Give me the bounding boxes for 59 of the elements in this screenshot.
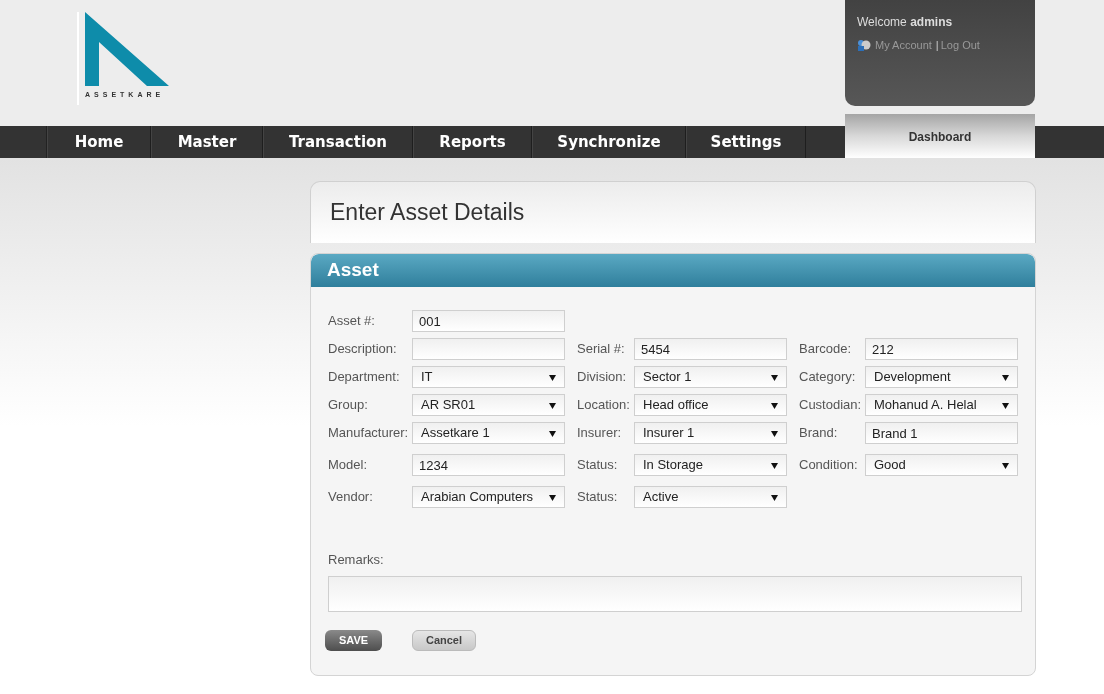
input-field[interactable] bbox=[412, 338, 565, 360]
field-label: Remarks: bbox=[328, 551, 385, 569]
dropdown[interactable]: Head office bbox=[634, 394, 787, 416]
dropdown-arrow-icon bbox=[771, 401, 778, 409]
dropdown-arrow-icon bbox=[549, 493, 556, 501]
dropdown[interactable]: Mohanud A. Helal bbox=[865, 394, 1018, 416]
field-label: Insurer: bbox=[577, 424, 623, 443]
input-field[interactable]: 5454 bbox=[634, 338, 787, 360]
field-label: Serial #: bbox=[577, 340, 626, 359]
dropdown-arrow-icon bbox=[771, 373, 778, 381]
section-title: Asset bbox=[327, 258, 379, 283]
input-field[interactable]: 212 bbox=[865, 338, 1018, 360]
field-label: Model: bbox=[328, 456, 369, 475]
dropdown-arrow-icon bbox=[771, 461, 778, 469]
field-label: Brand: bbox=[799, 424, 839, 443]
dropdown[interactable]: Development bbox=[865, 366, 1018, 388]
link-separator: | bbox=[935, 38, 939, 53]
user-account-icon bbox=[857, 39, 871, 52]
dropdown-arrow-icon bbox=[1002, 461, 1009, 469]
dropdown-arrow-icon bbox=[549, 429, 556, 437]
dropdown-arrow-icon bbox=[1002, 373, 1009, 381]
dropdown[interactable]: Insurer 1 bbox=[634, 422, 787, 444]
field-label: Location: bbox=[577, 396, 631, 415]
dropdown[interactable]: Good bbox=[865, 454, 1018, 476]
field-label: Division: bbox=[577, 368, 628, 387]
field-label: Category: bbox=[799, 368, 857, 387]
dropdown-arrow-icon bbox=[549, 401, 556, 409]
welcome-text: Welcome admins bbox=[857, 15, 953, 29]
field-label: Manufacturer: bbox=[328, 424, 410, 443]
field-label: Group: bbox=[328, 396, 369, 415]
dashboard-tab[interactable]: Dashboard bbox=[845, 114, 1035, 158]
field-label: Asset #: bbox=[328, 312, 376, 331]
field-label: Barcode: bbox=[799, 340, 853, 359]
field-label: Vendor: bbox=[328, 488, 374, 507]
page-title: Enter Asset Details bbox=[330, 198, 525, 228]
save-button[interactable]: SAVE bbox=[325, 629, 382, 651]
dropdown[interactable]: AR SR01 bbox=[412, 394, 565, 416]
field-label: Status: bbox=[577, 488, 619, 507]
input-field[interactable]: 001 bbox=[412, 310, 565, 332]
remarks-field[interactable] bbox=[328, 575, 1022, 612]
dropdown[interactable]: Arabian Computers bbox=[412, 486, 565, 508]
field-label: Status: bbox=[577, 456, 619, 475]
field-label: Description: bbox=[328, 340, 398, 359]
field-label: Condition: bbox=[799, 456, 859, 475]
dropdown-arrow-icon bbox=[771, 493, 778, 501]
dropdown[interactable]: Sector 1 bbox=[634, 366, 787, 388]
dropdown[interactable]: In Storage bbox=[634, 454, 787, 476]
cancel-button[interactable]: Cancel bbox=[412, 629, 476, 651]
input-field[interactable]: 1234 bbox=[412, 454, 565, 476]
field-label: Department: bbox=[328, 368, 401, 387]
field-label: Custodian: bbox=[799, 396, 863, 415]
dropdown-arrow-icon bbox=[771, 429, 778, 437]
dropdown[interactable]: Assetkare 1 bbox=[412, 422, 565, 444]
dropdown[interactable]: Active bbox=[634, 486, 787, 508]
dropdown-arrow-icon bbox=[549, 373, 556, 381]
dropdown-arrow-icon bbox=[1002, 401, 1009, 409]
logo-icon bbox=[85, 12, 169, 86]
dropdown[interactable]: IT bbox=[412, 366, 565, 388]
input-field[interactable]: Brand 1 bbox=[865, 422, 1018, 444]
